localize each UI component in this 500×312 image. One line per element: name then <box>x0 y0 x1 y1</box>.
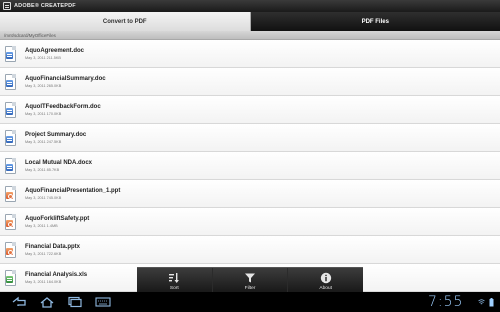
file-row[interactable]: AquoFinancialSummary.doc May 3, 2011 265.… <box>0 68 500 96</box>
tab-bar: Convert to PDF PDF Files <box>0 12 500 31</box>
file-name: Financial Analysis.xls <box>25 271 88 278</box>
sort-icon <box>169 272 180 283</box>
wifi-icon <box>478 299 485 305</box>
file-detail: May 3, 2011 164.0KB <box>25 279 62 284</box>
clock: 7:55 <box>428 294 464 310</box>
file-name: Financial Data.pptx <box>25 243 81 250</box>
file-detail: May 3, 2011 211.5KB <box>25 55 61 60</box>
battery-icon <box>489 298 494 307</box>
file-name: Local Mutual NDA.docx <box>25 159 93 166</box>
word-doc-icon <box>4 73 17 90</box>
file-row[interactable]: Local Mutual NDA.docx May 3, 2011 85.7KB <box>0 152 500 180</box>
file-detail: May 3, 2011 722.6KB <box>25 251 62 256</box>
file-name: AquoFinancialSummary.doc <box>25 75 106 82</box>
info-icon <box>320 272 331 283</box>
file-row[interactable]: Project Summary.doc May 3, 2011 247.5KB <box>0 124 500 152</box>
title-bar: ADOBE® CREATEPDF <box>0 0 500 12</box>
file-row[interactable]: AquoAgreement.doc May 3, 2011 211.5KB <box>0 40 500 68</box>
file-detail: May 3, 2011 247.5KB <box>25 139 62 144</box>
tab-pdf-files[interactable]: PDF Files <box>250 12 500 31</box>
action-bar: Sort Filter About <box>137 267 363 294</box>
file-row[interactable]: AquoITFeedbackForm.doc May 3, 2011 170.0K… <box>0 96 500 124</box>
word-doc-icon <box>4 157 17 174</box>
keyboard-icon[interactable] <box>94 296 112 308</box>
file-name: AquoFinancialPresentation_1.ppt <box>25 187 121 194</box>
about-label: About <box>319 285 332 291</box>
filter-icon <box>245 273 255 282</box>
filter-label: Filter <box>244 285 256 291</box>
word-doc-icon <box>4 45 17 62</box>
recent-apps-icon[interactable] <box>66 296 84 308</box>
file-detail: May 3, 2011 265.0KB <box>25 83 62 88</box>
excel-icon <box>4 269 17 286</box>
file-detail: May 3, 2011 1.4MB <box>25 223 58 228</box>
file-name: Project Summary.doc <box>25 131 87 138</box>
file-row[interactable]: AquoForkliftSafety.ppt May 3, 2011 1.4MB <box>0 208 500 236</box>
about-button[interactable]: About <box>288 268 363 294</box>
back-icon[interactable] <box>10 296 28 308</box>
path-breadcrumb: /mnt/sdcard/MyOfficeFiles <box>0 31 500 40</box>
app-title: ADOBE® CREATEPDF <box>14 3 76 9</box>
file-detail: May 3, 2011 170.0KB <box>25 111 62 116</box>
word-doc-icon <box>4 129 17 146</box>
powerpoint-icon <box>4 213 17 230</box>
sort-label: Sort <box>169 285 179 291</box>
app-icon <box>3 2 11 10</box>
filter-button[interactable]: Filter <box>213 268 289 294</box>
file-name: AquoITFeedbackForm.doc <box>25 103 101 110</box>
file-name: AquoForkliftSafety.ppt <box>25 215 90 222</box>
sort-button[interactable]: Sort <box>137 268 213 294</box>
word-doc-icon <box>4 101 17 118</box>
file-name: AquoAgreement.doc <box>25 47 85 54</box>
file-detail: May 3, 2011 85.7KB <box>25 167 60 172</box>
system-bar: 7:55 <box>0 292 500 312</box>
powerpoint-icon <box>4 241 17 258</box>
tab-convert-to-pdf[interactable]: Convert to PDF <box>0 12 251 31</box>
powerpoint-icon <box>4 185 17 202</box>
home-icon[interactable] <box>38 296 56 308</box>
file-detail: May 3, 2011 745.0KB <box>25 195 62 200</box>
file-list[interactable]: AquoAgreement.doc May 3, 2011 211.5KB Aqu… <box>0 40 500 292</box>
file-row[interactable]: AquoFinancialPresentation_1.ppt May 3, 20… <box>0 180 500 208</box>
file-row[interactable]: Financial Data.pptx May 3, 2011 722.6KB <box>0 236 500 264</box>
